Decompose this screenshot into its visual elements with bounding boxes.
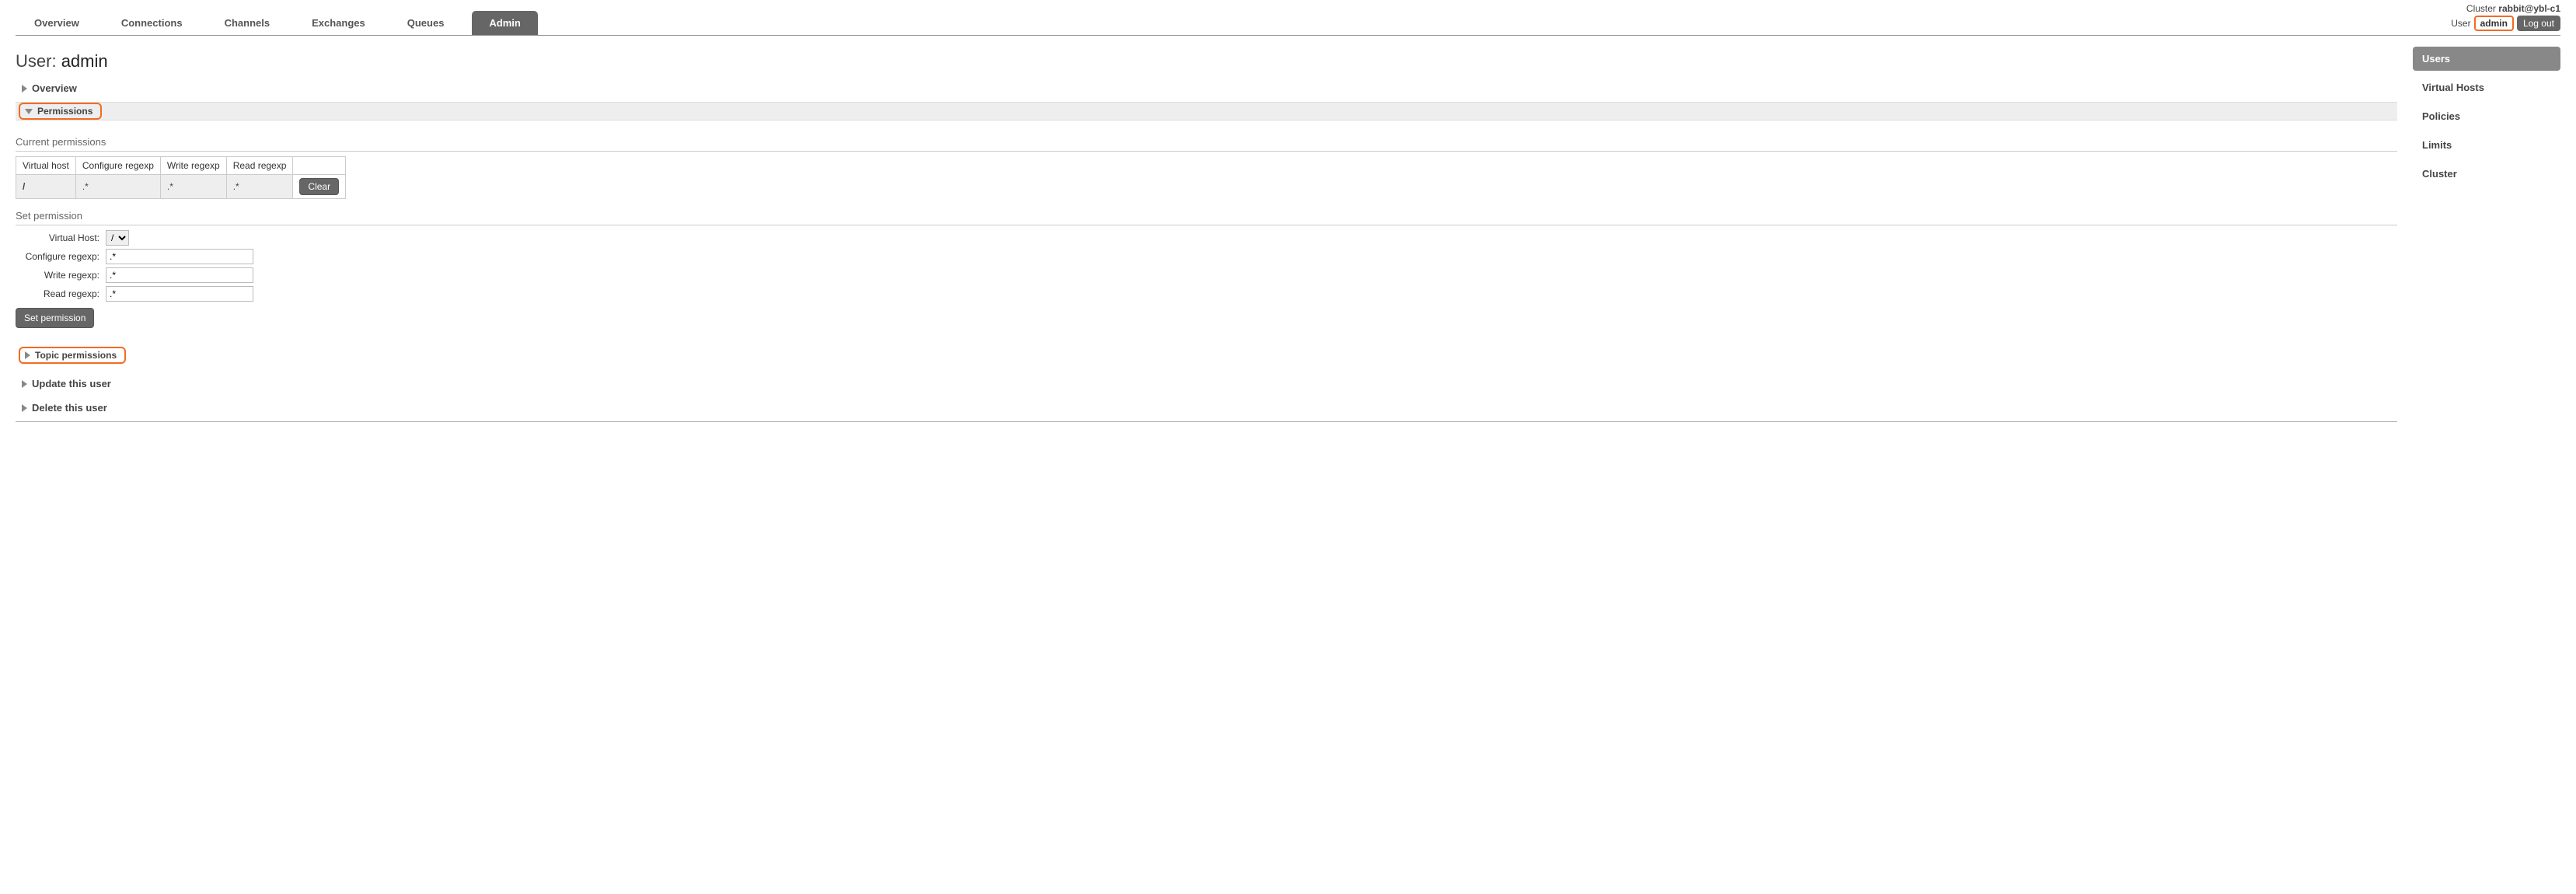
main-content: User: admin Overview Permissions Current…	[16, 47, 2397, 427]
tab-admin[interactable]: Admin	[472, 11, 537, 35]
sidebar-item-cluster[interactable]: Cluster	[2413, 162, 2560, 186]
chevron-right-icon	[22, 85, 27, 93]
clear-permission-button[interactable]: Clear	[299, 178, 339, 195]
vhost-select[interactable]: /	[106, 230, 129, 246]
set-permission-heading: Set permission	[16, 210, 2397, 225]
current-user-link[interactable]: admin	[2474, 16, 2514, 31]
section-delete-user: Delete this user	[16, 399, 2397, 417]
cell-write: .*	[160, 175, 226, 199]
chevron-right-icon	[22, 380, 27, 388]
tab-channels[interactable]: Channels	[211, 11, 284, 35]
tab-queues[interactable]: Queues	[393, 11, 459, 35]
cell-configure: .*	[75, 175, 160, 199]
permissions-table: Virtual host Configure regexp Write rege…	[16, 156, 346, 199]
section-delete-user-header[interactable]: Delete this user	[22, 399, 2397, 417]
user-label: User	[2451, 18, 2470, 29]
section-permissions-header[interactable]: Permissions	[19, 103, 102, 120]
logout-button[interactable]: Log out	[2517, 16, 2560, 31]
section-permissions-label: Permissions	[37, 106, 92, 117]
configure-label: Configure regexp:	[16, 251, 106, 262]
configure-input[interactable]	[106, 249, 253, 264]
cluster-label: Cluster	[2466, 3, 2496, 14]
admin-sidebar: Users Virtual Hosts Policies Limits Clus…	[2413, 47, 2560, 427]
section-overview-header[interactable]: Overview	[22, 79, 2397, 97]
cell-read: .*	[226, 175, 293, 199]
table-header-row: Virtual host Configure regexp Write rege…	[16, 157, 346, 175]
page-title: User: admin	[16, 51, 2397, 72]
sidebar-item-limits[interactable]: Limits	[2413, 133, 2560, 157]
section-topic-permissions-label: Topic permissions	[35, 350, 117, 361]
tab-connections[interactable]: Connections	[107, 11, 197, 35]
header-user-area: Cluster rabbit@ybl-c1 User admin Log out	[2451, 3, 2560, 31]
current-permissions-heading: Current permissions	[16, 136, 2397, 152]
footer-divider	[16, 421, 2397, 422]
section-overview: Overview	[16, 79, 2397, 97]
sidebar-item-vhosts[interactable]: Virtual Hosts	[2413, 75, 2560, 100]
vhost-label: Virtual Host:	[16, 232, 106, 243]
tab-overview[interactable]: Overview	[20, 11, 93, 35]
section-update-user-header[interactable]: Update this user	[22, 375, 2397, 393]
section-delete-user-label: Delete this user	[32, 402, 107, 414]
chevron-right-icon	[22, 404, 27, 412]
write-label: Write regexp:	[16, 270, 106, 281]
tab-exchanges[interactable]: Exchanges	[298, 11, 379, 35]
chevron-right-icon	[25, 351, 30, 359]
set-permission-button[interactable]: Set permission	[16, 308, 94, 328]
sidebar-item-users[interactable]: Users	[2413, 47, 2560, 71]
read-label: Read regexp:	[16, 288, 106, 299]
section-update-user: Update this user	[16, 375, 2397, 393]
col-vhost: Virtual host	[16, 157, 76, 175]
cluster-name: rabbit@ybl-c1	[2498, 3, 2560, 14]
section-update-user-label: Update this user	[32, 378, 111, 389]
main-tabs: Overview Connections Channels Exchanges …	[16, 11, 2560, 36]
chevron-down-icon	[25, 109, 33, 114]
sidebar-item-policies[interactable]: Policies	[2413, 104, 2560, 128]
section-topic-permissions-header[interactable]: Topic permissions	[19, 347, 126, 364]
table-row: / .* .* .* Clear	[16, 175, 346, 199]
col-write: Write regexp	[160, 157, 226, 175]
col-configure: Configure regexp	[75, 157, 160, 175]
section-topic-permissions: Topic permissions	[16, 347, 2397, 364]
write-input[interactable]	[106, 267, 253, 283]
section-permissions: Permissions Current permissions Virtual …	[16, 102, 2397, 336]
read-input[interactable]	[106, 286, 253, 302]
col-read: Read regexp	[226, 157, 293, 175]
col-actions	[293, 157, 346, 175]
section-overview-label: Overview	[32, 82, 77, 94]
cell-vhost: /	[16, 175, 76, 199]
